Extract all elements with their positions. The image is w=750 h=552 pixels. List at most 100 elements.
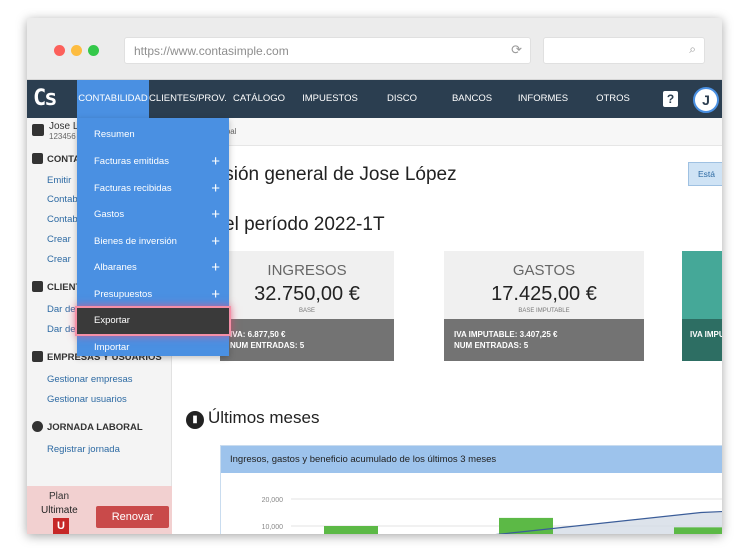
close-window-button[interactable] bbox=[54, 45, 65, 56]
user-id: 123456 bbox=[49, 132, 76, 141]
nav-otros[interactable]: OTROS bbox=[585, 80, 641, 118]
bar bbox=[324, 526, 378, 534]
main-content: cipal isión general de Jose López Está e… bbox=[172, 118, 722, 534]
reload-icon[interactable]: ⟳ bbox=[511, 42, 522, 58]
nav-informes[interactable]: INFORMES bbox=[507, 80, 579, 118]
breadcrumb-bar: cipal bbox=[172, 118, 722, 146]
browser-search-input[interactable]: ⌕ bbox=[543, 37, 705, 64]
sidebar-link-emitir[interactable]: Emitir bbox=[47, 175, 71, 186]
dropdown-item-facturas-recibidas[interactable]: Facturas recibidas + bbox=[77, 176, 229, 202]
gastos-card-bottom: IVA IMPUTABLE: 3.407,25 € NUM ENTRADAS: … bbox=[444, 319, 644, 361]
top-navbar: Cs CONTABILIDAD CLIENTES/PROV. CATÁLOGO … bbox=[27, 80, 722, 142]
ingresos-entradas: NUM ENTRADAS: 5 bbox=[230, 341, 305, 350]
nav-bancos[interactable]: BANCOS bbox=[443, 80, 501, 118]
bar bbox=[674, 527, 722, 534]
plan-label: Plan bbox=[49, 491, 70, 502]
gastos-base: BASE IMPUTABLE bbox=[518, 308, 570, 314]
dropdown-item-exportar[interactable]: Exportar bbox=[77, 308, 229, 334]
gastos-card-top: GASTOS 17.425,00 € BASE IMPUTABLE bbox=[444, 251, 644, 319]
add-icon[interactable]: + bbox=[211, 255, 220, 281]
search-icon: ⌕ bbox=[689, 42, 696, 56]
dropdown-item-label: Exportar bbox=[94, 315, 130, 326]
user-icon bbox=[32, 124, 44, 136]
nav-disco-virtual[interactable]: DISCO VIRTUAL bbox=[367, 80, 437, 142]
section-contabilidad: CONTA bbox=[32, 153, 80, 165]
ingresos-card[interactable]: INGRESOS 32.750,00 € BASE IVA: 6.877,50 … bbox=[220, 251, 394, 361]
briefcase-icon bbox=[32, 351, 43, 362]
gastos-card[interactable]: GASTOS 17.425,00 € BASE IMPUTABLE IVA IM… bbox=[444, 251, 644, 361]
gastos-value: 17.425,00 € bbox=[491, 283, 597, 305]
months-section-title: ▮ Últimos meses bbox=[186, 408, 319, 429]
add-icon[interactable]: + bbox=[211, 282, 220, 308]
plan-box: Plan Ultimate U Renovar bbox=[27, 486, 172, 534]
sidebar-link-contab-1[interactable]: Contab bbox=[47, 194, 78, 205]
user-name: Jose L bbox=[49, 121, 79, 132]
dropdown-item-label: Gastos bbox=[94, 209, 125, 220]
browser-chrome: https://www.contasimple.com ⟳ ⌕ bbox=[27, 18, 722, 80]
ingresos-value: 32.750,00 € bbox=[254, 283, 360, 305]
help-icon[interactable]: ? bbox=[663, 91, 678, 107]
chart-title: Ingresos, gastos y beneficio acumulado d… bbox=[230, 454, 497, 465]
dropdown-item-label: Facturas emitidas bbox=[94, 156, 169, 167]
chart-panel: Ingresos, gastos y beneficio acumulado d… bbox=[220, 445, 722, 534]
dropdown-item-label: Albaranes bbox=[94, 262, 137, 273]
resultado-card-top bbox=[682, 251, 722, 319]
months-title-text: Últimos meses bbox=[208, 408, 320, 427]
page-title: isión general de Jose López bbox=[220, 164, 457, 185]
document-icon bbox=[32, 153, 43, 164]
section-contabilidad-label: CONTA bbox=[47, 154, 81, 165]
sidebar-link-dar-de-1[interactable]: Dar de bbox=[47, 304, 76, 315]
ingresos-card-top: INGRESOS 32.750,00 € BASE bbox=[220, 251, 394, 319]
app-logo[interactable]: Cs bbox=[33, 84, 63, 114]
dropdown-item-albaranes[interactable]: Albaranes + bbox=[77, 255, 229, 281]
dropdown-item-importar[interactable]: Importar bbox=[77, 335, 229, 361]
sidebar-link-crear-2[interactable]: Crear bbox=[47, 254, 71, 265]
url-text: https://www.contasimple.com bbox=[134, 44, 289, 58]
dropdown-item-resumen[interactable]: Resumen bbox=[77, 122, 229, 148]
dropdown-item-presupuestos[interactable]: Presupuestos + bbox=[77, 282, 229, 308]
section-jornada-label: JORNADA LABORAL bbox=[47, 422, 143, 433]
chart-icon: ▮ bbox=[186, 411, 204, 429]
dropdown-item-gastos[interactable]: Gastos + bbox=[77, 202, 229, 228]
dropdown-item-label: Facturas recibidas bbox=[94, 183, 172, 194]
add-icon[interactable]: + bbox=[211, 202, 220, 228]
sidebar-link-crear-1[interactable]: Crear bbox=[47, 234, 71, 245]
contact-icon bbox=[32, 281, 43, 292]
dropdown-item-label: Importar bbox=[94, 342, 130, 353]
add-icon[interactable]: + bbox=[211, 176, 220, 202]
period-title: el período 2022-1T bbox=[224, 214, 385, 235]
gastos-iva: IVA IMPUTABLE: 3.407,25 € bbox=[454, 330, 558, 339]
minimize-window-button[interactable] bbox=[71, 45, 82, 56]
chart-plot: 20,00010,0000 bbox=[262, 497, 722, 534]
dropdown-item-label: Bienes de inversión bbox=[94, 236, 177, 247]
nav-contabilidad[interactable]: CONTABILIDAD bbox=[77, 80, 149, 118]
sidebar-link-contab-2[interactable]: Contab bbox=[47, 214, 78, 225]
nav-impuestos[interactable]: IMPUESTOS bbox=[293, 80, 367, 118]
avatar[interactable]: J bbox=[693, 87, 719, 113]
y-tick-label: 10,000 bbox=[262, 524, 284, 531]
browser-window: https://www.contasimple.com ⟳ ⌕ Cs CONTA… bbox=[27, 18, 722, 534]
nav-catalogo[interactable]: CATÁLOGO bbox=[225, 80, 293, 118]
sidebar-link-dar-de-2[interactable]: Dar de bbox=[47, 324, 76, 335]
address-bar[interactable]: https://www.contasimple.com ⟳ bbox=[124, 37, 531, 64]
add-icon[interactable]: + bbox=[211, 229, 220, 255]
maximize-window-button[interactable] bbox=[88, 45, 99, 56]
sidebar-link-gestionar-usuarios[interactable]: Gestionar usuarios bbox=[47, 394, 127, 405]
gastos-title: GASTOS bbox=[512, 262, 576, 279]
nav-clientes-prov[interactable]: CLIENTES/PROV. bbox=[149, 80, 227, 118]
add-icon[interactable]: + bbox=[211, 149, 220, 175]
section-jornada: JORNADA LABORAL bbox=[32, 421, 143, 433]
renew-button[interactable]: Renovar bbox=[96, 506, 169, 528]
period-button[interactable]: Está bbox=[688, 162, 722, 186]
plan-badge-icon: U bbox=[53, 518, 69, 534]
dropdown-item-bienes-de-inversión[interactable]: Bienes de inversión + bbox=[77, 229, 229, 255]
ingresos-base: BASE bbox=[298, 308, 315, 314]
section-clientes: CLIENT bbox=[32, 281, 81, 293]
resultado-card[interactable]: IVA IMPU bbox=[682, 251, 722, 361]
sidebar-link-registrar-jornada[interactable]: Registrar jornada bbox=[47, 444, 120, 455]
sidebar-link-gestionar-empresas[interactable]: Gestionar empresas bbox=[47, 374, 133, 385]
contabilidad-dropdown: Resumen Facturas emitidas + Facturas recibi… bbox=[77, 118, 229, 356]
chart-header: Ingresos, gastos y beneficio acumulado d… bbox=[221, 446, 722, 473]
ingresos-title: INGRESOS bbox=[267, 262, 347, 279]
dropdown-item-facturas-emitidas[interactable]: Facturas emitidas + bbox=[77, 149, 229, 175]
